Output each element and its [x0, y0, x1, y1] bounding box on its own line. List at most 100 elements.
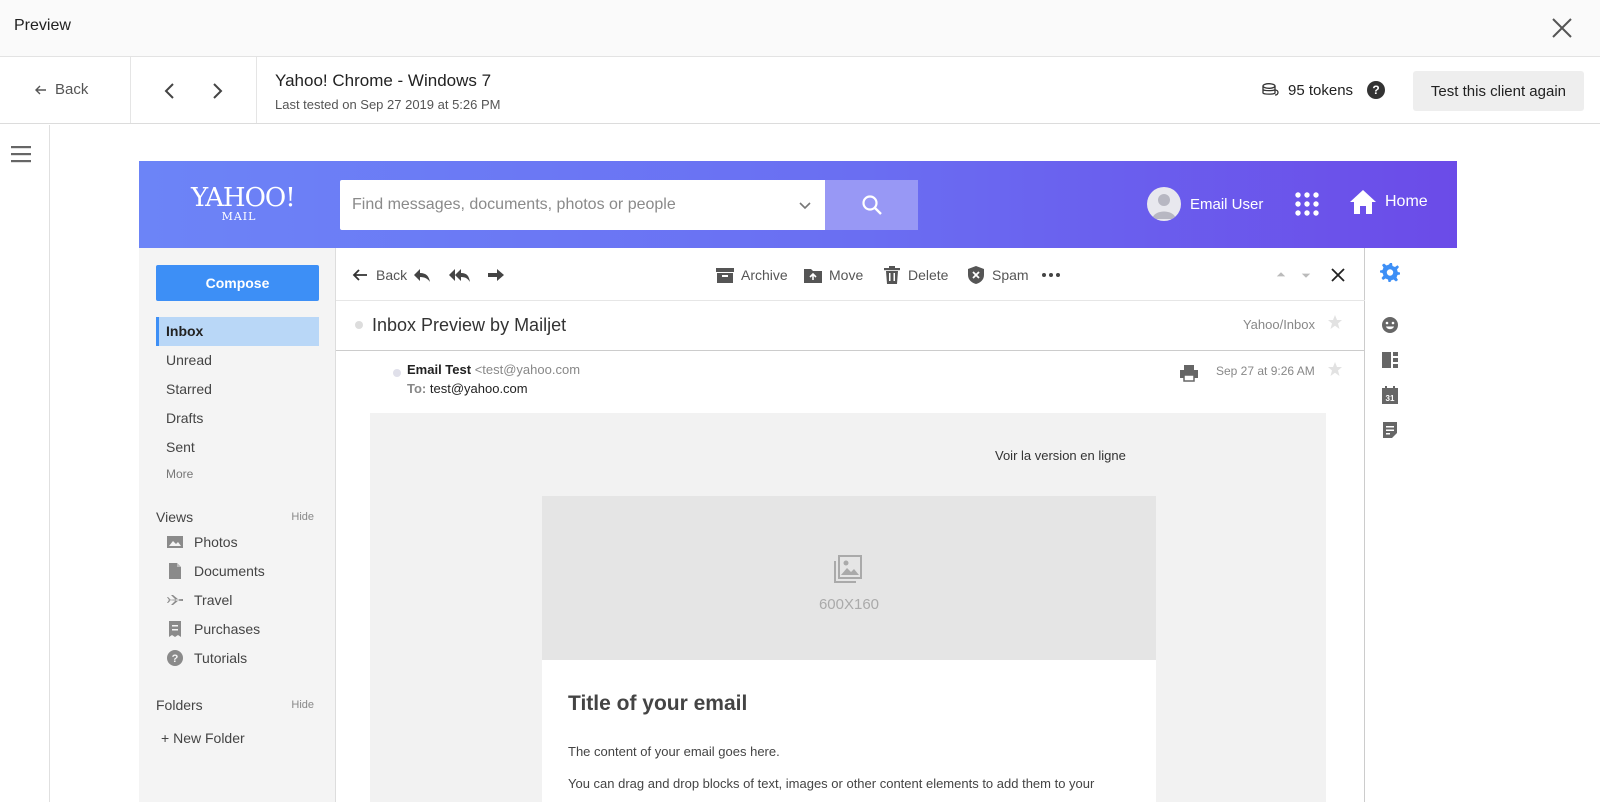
view-purchases[interactable]: Purchases [166, 618, 260, 640]
archive-label: Archive [741, 267, 788, 283]
chevron-down-icon[interactable] [797, 197, 813, 213]
new-folder-label: New Folder [173, 730, 245, 746]
read-indicator[interactable] [393, 369, 401, 377]
home-icon [1349, 189, 1377, 215]
logo-text: YAHOO! [191, 183, 296, 213]
view-photos[interactable]: Photos [166, 531, 238, 553]
view-online-link[interactable]: Voir la version en ligne [995, 448, 1126, 463]
views-heading: Views Hide [156, 509, 314, 525]
sender-email: <test@yahoo.com [474, 362, 581, 377]
previous-message-icon[interactable] [1274, 265, 1288, 285]
move-label: Move [829, 267, 864, 283]
next-message-icon[interactable] [1299, 265, 1313, 285]
test-again-button[interactable]: Test this client again [1412, 71, 1584, 111]
compose-button[interactable]: Compose [156, 265, 319, 301]
folders-hide-link[interactable]: Hide [291, 699, 314, 713]
back-button[interactable]: Back [350, 265, 407, 285]
reply-icon[interactable] [412, 265, 432, 285]
folder-drafts[interactable]: Drafts [156, 404, 319, 433]
search-box [340, 180, 825, 230]
help-icon[interactable]: ? [1367, 81, 1386, 99]
star-icon[interactable] [1327, 361, 1343, 377]
back-button[interactable]: Back [35, 81, 88, 98]
client-header: Back Yahoo! Chrome - Windows 7 Last test… [0, 57, 1600, 124]
archive-button[interactable]: Archive [715, 265, 788, 285]
view-documents[interactable]: Documents [166, 560, 265, 582]
yahoo-logo[interactable]: YAHOO! MAIL [191, 183, 296, 223]
folders-title: Folders [156, 697, 203, 713]
trash-icon [884, 266, 900, 284]
view-label: Tutorials [194, 650, 248, 666]
close-icon[interactable] [1550, 16, 1574, 40]
move-button[interactable]: Move [803, 265, 863, 285]
folder-sent[interactable]: Sent [156, 433, 319, 462]
notepad-icon[interactable] [1380, 420, 1400, 440]
delete-label: Delete [908, 267, 949, 283]
next-client-button[interactable] [205, 79, 229, 103]
left-strip [0, 125, 50, 802]
tokens-label: 95 tokens [1288, 81, 1354, 99]
photo-icon [166, 533, 184, 551]
image-size-label: 600X160 [818, 596, 880, 613]
view-tutorials[interactable]: ? Tutorials [166, 647, 247, 669]
view-label: Purchases [194, 621, 261, 637]
image-icon [832, 553, 864, 585]
email-content-card: Title of your email The content of your … [542, 660, 1156, 802]
reading-pane: Back Archive Move Delete Spam Inbox Prev… [335, 248, 1365, 802]
calendar-icon[interactable]: 31 [1380, 385, 1400, 405]
plane-icon [166, 591, 184, 609]
search-input[interactable] [352, 180, 782, 230]
spam-label: Spam [992, 267, 1029, 283]
previous-client-button[interactable] [158, 79, 182, 103]
email-paragraph: The content of your email goes here. [568, 744, 780, 759]
sender: Email Test <test@yahoo.com [407, 362, 580, 377]
reply-all-icon[interactable] [448, 265, 472, 285]
more-link[interactable]: More [156, 460, 319, 489]
email-body: Voir la version en ligne 600X160 Title o… [370, 413, 1326, 802]
close-message-icon[interactable] [1328, 265, 1348, 285]
star-icon[interactable] [1327, 314, 1343, 330]
message-subject: Inbox Preview by Mailjet [372, 315, 567, 335]
forward-icon[interactable] [486, 265, 506, 285]
home-link[interactable]: Home [1349, 189, 1428, 215]
read-indicator[interactable] [355, 321, 363, 329]
search-button[interactable] [825, 180, 918, 230]
apps-grid-icon[interactable] [1294, 191, 1320, 217]
message-toolbar: Back Archive Move Delete Spam [336, 248, 1365, 301]
folder-unread[interactable]: Unread [156, 346, 319, 375]
back-label: Back [376, 267, 408, 283]
folders-heading: Folders Hide [156, 697, 314, 713]
emoji-icon[interactable] [1380, 315, 1400, 335]
folder-path: Yahoo/Inbox [1242, 317, 1315, 332]
avatar [1147, 187, 1181, 221]
message-header: Email Test <test@yahoo.com To: test@yaho… [336, 351, 1365, 413]
email-title: Title of your email [568, 692, 748, 715]
preview-title: Preview [14, 17, 71, 34]
more-actions-icon[interactable] [1041, 265, 1061, 285]
view-travel[interactable]: Travel [166, 589, 232, 611]
user-name: Email User [1190, 195, 1264, 213]
plus-icon: + [161, 730, 170, 746]
hamburger-menu-icon[interactable] [11, 145, 31, 163]
spam-button[interactable]: Spam [966, 265, 1029, 285]
new-folder-button[interactable]: + New Folder [161, 730, 245, 746]
contacts-icon[interactable] [1380, 350, 1400, 370]
email-client-preview: YAHOO! MAIL Email User Hom [139, 161, 1457, 802]
folder-inbox[interactable]: Inbox [156, 317, 319, 346]
preview-bar: Preview [0, 0, 1600, 57]
user-menu[interactable]: Email User [1147, 187, 1263, 221]
message-subject-bar: Inbox Preview by Mailjet Yahoo/Inbox [336, 301, 1365, 351]
gear-icon[interactable] [1380, 262, 1400, 282]
views-hide-link[interactable]: Hide [291, 511, 314, 525]
delete-button[interactable]: Delete [882, 265, 948, 285]
back-label: Back [55, 81, 89, 98]
receipt-icon [166, 620, 184, 638]
home-label: Home [1385, 193, 1428, 210]
client-info: Yahoo! Chrome - Windows 7 Last tested on… [275, 71, 501, 112]
yahoo-header: YAHOO! MAIL Email User Hom [139, 161, 1457, 248]
move-folder-icon [804, 269, 822, 283]
print-icon[interactable] [1179, 363, 1199, 383]
email-paragraph: You can drag and drop blocks of text, im… [568, 776, 1095, 791]
folder-starred[interactable]: Starred [156, 375, 319, 404]
view-label: Photos [194, 534, 238, 550]
